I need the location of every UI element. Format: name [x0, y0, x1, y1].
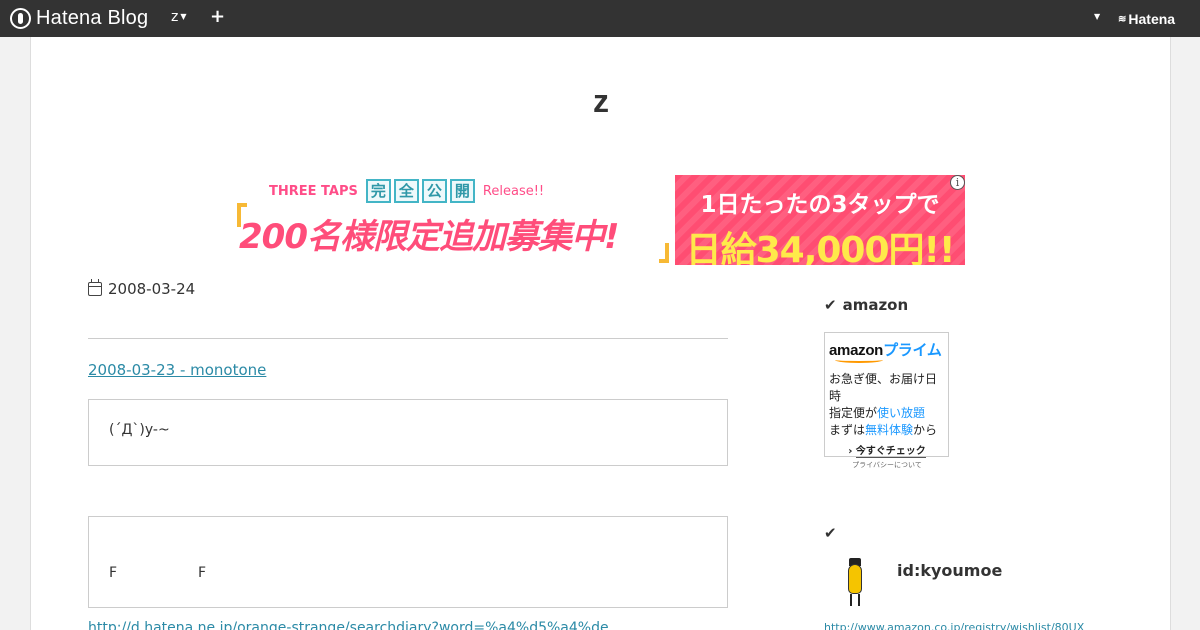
hatena-blog-logo-icon [10, 7, 31, 29]
ad-release-text: Release!! [482, 183, 545, 199]
quote-text: F [109, 565, 118, 581]
global-header: Hatena Blog z ▼ + ▼ ≋ Hatena [0, 0, 1200, 37]
blog-container: z THREE TAPS 完 全 公 開 Release!! 200名様限定追加… [30, 37, 1171, 630]
ad-main-headline: 200名様限定追加募集中! [239, 209, 678, 258]
calendar-icon [88, 279, 102, 296]
check-icon: ✔ [824, 296, 837, 314]
amazon-widget-copy: お急ぎ便、お届け日時 指定便が使い放題 まずは無料体験から [829, 371, 945, 439]
ad-logo: THREE TAPS [269, 183, 358, 199]
amazon-copy-highlight: 無料体験 [865, 423, 914, 437]
entry-date[interactable]: 2008-03-24 [88, 279, 196, 298]
amazon-prime-widget[interactable]: amazonプライム お急ぎ便、お届け日時 指定便が使い放題 まずは無料体験から… [824, 332, 949, 469]
amazon-copy-part: 指定便が [829, 406, 878, 420]
amazon-logo-text: amazon [829, 342, 884, 359]
entry-url-link[interactable]: http://d.hatena.ne.jp/orange-strange/sea… [88, 620, 609, 630]
amazon-copy-highlight: 使い放題 [877, 406, 926, 420]
ad-banner[interactable]: THREE TAPS 完 全 公 開 Release!! 200名様限定追加募集… [237, 175, 965, 265]
module-title-text: amazon [842, 296, 909, 314]
amazon-prime-logo: amazonプライム [829, 339, 945, 360]
prime-logo-text: プライム [883, 342, 942, 359]
ad-badge: 完 全 公 開 [365, 179, 475, 203]
caret-down-icon: ▼ [180, 11, 187, 21]
ad-right-panel: 1日たったの3タップで 日給34,000円!! i [675, 175, 965, 265]
blockquote: F F [88, 516, 728, 608]
ad-right-line2: 日給34,000円!! [685, 230, 956, 265]
sidebar-module-title-amazon: ✔ amazon [824, 296, 908, 314]
blog-switcher-label: z [171, 9, 179, 25]
hatena-mark-icon: ≋ [1118, 13, 1126, 25]
amazon-copy-line: まずは無料体験から [829, 422, 945, 439]
amazon-copy-part: まずは [829, 423, 866, 437]
quote-text: (´Д`)y-~ [109, 422, 170, 438]
amazon-copy-part: から [913, 423, 938, 437]
hatena-label: Hatena [1128, 11, 1176, 27]
amazon-copy-line: お急ぎ便、お届け日時 [829, 372, 938, 403]
avatar[interactable] [824, 558, 887, 610]
blog-title[interactable]: z [31, 83, 1171, 120]
amazon-cta-text: 今すぐチェック [855, 446, 926, 458]
new-entry-button[interactable]: + [210, 6, 225, 27]
info-icon[interactable]: i [950, 175, 965, 190]
user-menu-caret-icon[interactable]: ▼ [1094, 12, 1100, 21]
ad-badge-char: 開 [449, 179, 475, 203]
ad-bracket-right [659, 243, 669, 263]
ad-right-line1: 1日たったの3タップで [700, 192, 940, 218]
ad-badge-char: 全 [393, 179, 419, 203]
avatar-legs [850, 594, 860, 606]
check-icon: ✔ [824, 524, 837, 542]
entry-date-text: 2008-03-24 [108, 280, 196, 298]
amazon-copy-line: 指定便が使い放題 [829, 405, 945, 422]
brand-text: Hatena Blog [36, 6, 149, 29]
entry-source-link[interactable]: 2008-03-23 - monotone [88, 361, 266, 379]
amazon-privacy-link[interactable]: プライバシーについて [829, 460, 945, 470]
blockquote: (´Д`)y-~ [88, 399, 728, 466]
profile-name[interactable]: id:kyoumoe [897, 561, 1002, 580]
avatar-body [848, 564, 862, 594]
entry-divider [88, 338, 728, 339]
quote-text: F [198, 565, 207, 581]
profile-url-link[interactable]: http://www.amazon.co.jp/registry/wishlis… [824, 621, 1084, 630]
ad-badge-char: 公 [421, 179, 447, 203]
amazon-cta-link[interactable]: › 今すぐチェック [829, 442, 945, 458]
ad-badge-char: 完 [365, 179, 391, 203]
hatena-blog-logo-link[interactable]: Hatena Blog [10, 7, 148, 29]
ad-top-line: THREE TAPS 完 全 公 開 Release!! [269, 179, 544, 203]
ad-left-panel: THREE TAPS 完 全 公 開 Release!! 200名様限定追加募集… [237, 175, 678, 265]
hatena-link[interactable]: ≋ Hatena [1118, 11, 1175, 27]
blog-switcher-button[interactable]: z ▼ [171, 9, 187, 25]
